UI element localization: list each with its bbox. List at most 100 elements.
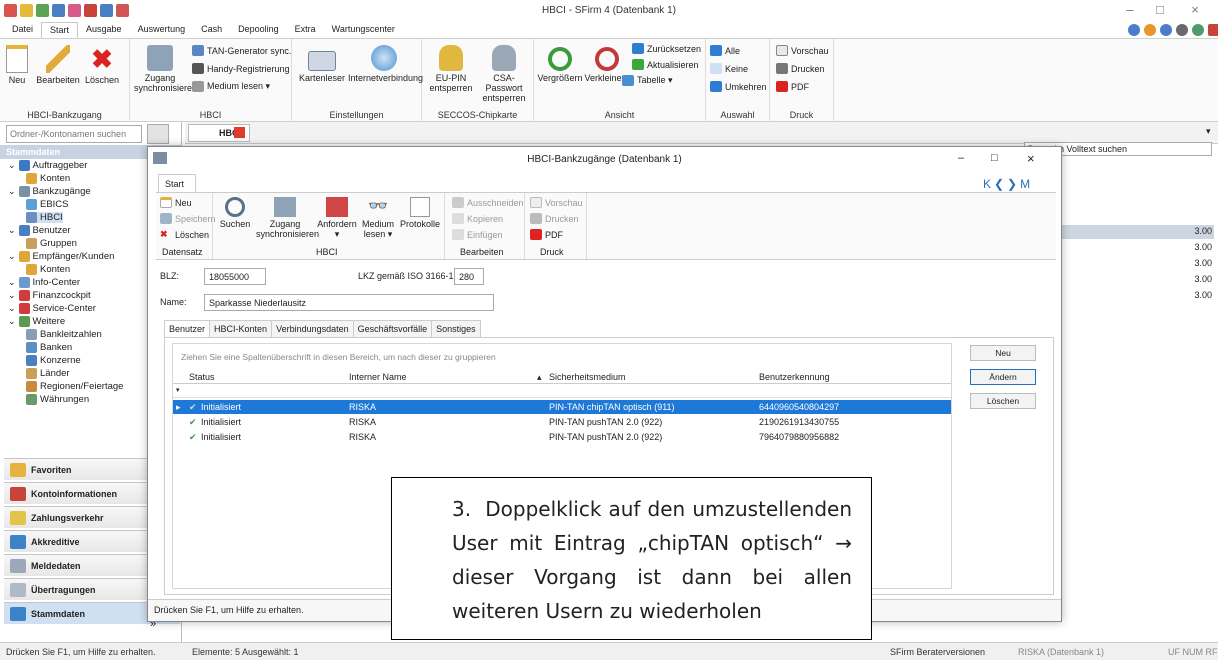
tree-item[interactable]: ⌄ Weitere bbox=[8, 316, 65, 327]
internet-connection-button[interactable]: Internetverbindung bbox=[348, 45, 423, 83]
help-icon[interactable] bbox=[1144, 24, 1156, 36]
zoom-in-button[interactable]: Vergrößern bbox=[536, 45, 584, 83]
tree-item[interactable]: ⌄ Service-Center bbox=[8, 303, 96, 314]
dlg-pdf-button[interactable]: PDF bbox=[530, 229, 563, 240]
tab-geschaeftsvorfaelle[interactable]: Geschäftsvorfälle bbox=[352, 320, 433, 338]
tree-item[interactable]: HBCI bbox=[26, 212, 63, 223]
home-icon[interactable] bbox=[147, 124, 169, 144]
menu-start[interactable]: Start bbox=[41, 22, 79, 38]
dlg-protocols-button[interactable]: Protokolle bbox=[400, 197, 440, 229]
tree-item[interactable]: ⌄ Auftraggeber bbox=[8, 160, 87, 171]
expand-chevron-icon[interactable]: ⌄ bbox=[8, 277, 16, 288]
edit-button[interactable]: Bearbeiten bbox=[34, 45, 82, 85]
menu-datei[interactable]: Datei bbox=[4, 22, 41, 38]
eu-pin-unlock-button[interactable]: EU-PIN entsperren bbox=[426, 45, 476, 93]
expand-chevron-icon[interactable]: ⌄ bbox=[8, 160, 16, 171]
tree-item[interactable]: Gruppen bbox=[26, 238, 77, 249]
up-icon[interactable] bbox=[1128, 24, 1140, 36]
select-all-button[interactable]: Alle bbox=[710, 45, 740, 56]
tree-item[interactable]: ⌄ Finanzcockpit bbox=[8, 290, 91, 301]
dlg-copy-button[interactable]: Kopieren bbox=[452, 213, 503, 224]
expand-chevron-icon[interactable]: ⌄ bbox=[8, 303, 16, 314]
maximize-icon[interactable]: □ bbox=[1145, 2, 1175, 17]
tab-close-icon[interactable] bbox=[234, 127, 245, 138]
read-medium-button[interactable]: Medium lesen ▾ bbox=[192, 81, 270, 92]
dlg-read-medium-button[interactable]: 👓 Medium lesen ▾ bbox=[358, 197, 398, 239]
expand-chevron-icon[interactable]: ⌄ bbox=[8, 186, 16, 197]
dlg-search-button[interactable]: Suchen bbox=[218, 197, 252, 229]
column-benutzerkennung[interactable]: Benutzerkennung bbox=[759, 372, 830, 382]
settings-icon[interactable] bbox=[1176, 24, 1188, 36]
info-icon[interactable] bbox=[1160, 24, 1172, 36]
dialog-close-icon[interactable]: × bbox=[1027, 151, 1035, 166]
chevron-down-icon[interactable]: ▾ bbox=[1206, 126, 1211, 137]
dlg-cut-button[interactable]: Ausschneiden bbox=[452, 197, 524, 208]
table-button[interactable]: Tabelle ▾ bbox=[622, 75, 673, 86]
dlg-delete-button[interactable]: ✖ Löschen bbox=[160, 229, 209, 240]
expand-chevron-icon[interactable]: ⌄ bbox=[8, 316, 16, 327]
tree-item[interactable]: ⌄ Info-Center bbox=[8, 277, 80, 288]
table-row[interactable]: ✔ Initialisiert RISKA PIN-TAN pushTAN 2.0 (… bbox=[173, 430, 951, 444]
dlg-preview-button[interactable]: Vorschau bbox=[530, 197, 583, 208]
tab-sonstiges[interactable]: Sonstiges bbox=[431, 320, 481, 338]
preview-button[interactable]: Vorschau bbox=[776, 45, 829, 56]
dlg-print-button[interactable]: Drucken bbox=[530, 213, 579, 224]
table-row[interactable]: ▸ ✔ Initialisiert RISKA PIN-TAN chipTAN opti… bbox=[173, 400, 951, 414]
menu-extra[interactable]: Extra bbox=[287, 22, 324, 38]
expand-chevron-icon[interactable]: ⌄ bbox=[8, 225, 16, 236]
menu-depooling[interactable]: Depooling bbox=[230, 22, 287, 38]
dialog-minimize-icon[interactable]: – bbox=[958, 152, 964, 164]
refresh-button[interactable]: Aktualisieren bbox=[632, 59, 699, 70]
column-status[interactable]: Status bbox=[189, 372, 215, 382]
tree-item[interactable]: Konten bbox=[26, 264, 70, 275]
tree-item[interactable]: Regionen/Feiertage bbox=[26, 381, 123, 392]
expand-chevron-icon[interactable]: ⌄ bbox=[8, 251, 16, 262]
tree-item[interactable]: ⌄ Benutzer bbox=[8, 225, 71, 236]
lkz-field[interactable]: 280 bbox=[454, 268, 484, 285]
chat-icon[interactable] bbox=[1192, 24, 1204, 36]
dialog-tab-start[interactable]: Start bbox=[158, 174, 196, 192]
delete-button[interactable]: ✖ Löschen bbox=[82, 45, 122, 85]
folder-search-input[interactable]: Ordner-/Kontonamen suchen bbox=[6, 125, 142, 143]
dlg-save-button[interactable]: Speichern bbox=[160, 213, 216, 224]
table-row[interactable]: ✔ Initialisiert RISKA PIN-TAN pushTAN 2.0 (… bbox=[173, 415, 951, 429]
delete-user-button[interactable]: Löschen bbox=[970, 393, 1036, 409]
pdf-button[interactable]: PDF bbox=[776, 81, 809, 92]
new-button[interactable]: Neu bbox=[4, 45, 30, 85]
tab-verbindungsdaten[interactable]: Verbindungsdaten bbox=[271, 320, 354, 338]
print-button[interactable]: Drucken bbox=[776, 63, 825, 74]
reset-button[interactable]: Zurücksetzen bbox=[632, 43, 701, 54]
tree-item[interactable]: Konzerne bbox=[26, 355, 81, 366]
select-none-button[interactable]: Keine bbox=[710, 63, 748, 74]
tree-item[interactable]: ⌄ Bankzugänge bbox=[8, 186, 91, 197]
handy-registration-button[interactable]: Handy-Registrierung bbox=[192, 63, 290, 74]
dlg-paste-button[interactable]: Einfügen bbox=[452, 229, 503, 240]
name-field[interactable]: Sparkasse Niederlausitz bbox=[204, 294, 494, 311]
sync-access-button[interactable]: Zugang synchronisieren bbox=[134, 45, 197, 93]
tree-item[interactable]: Länder bbox=[26, 368, 70, 379]
filter-row[interactable]: ▾ bbox=[173, 384, 951, 398]
menu-wartungscenter[interactable]: Wartungscenter bbox=[324, 22, 403, 38]
minimize-icon[interactable]: – bbox=[1115, 2, 1145, 17]
menu-ausgabe[interactable]: Ausgabe bbox=[78, 22, 130, 38]
tan-generator-sync-button[interactable]: TAN-Generator sync. bbox=[192, 45, 291, 56]
dlg-sync-button[interactable]: Zugang synchronisieren bbox=[256, 197, 319, 239]
column-interner-name[interactable]: Interner Name bbox=[349, 372, 407, 382]
tree-item[interactable]: ⌄ Empfänger/Kunden bbox=[8, 251, 114, 262]
sfirm-icon[interactable] bbox=[1208, 24, 1218, 36]
tree-item[interactable]: Konten bbox=[26, 173, 70, 184]
dialog-maximize-icon[interactable]: □ bbox=[991, 152, 998, 164]
menu-auswertung[interactable]: Auswertung bbox=[130, 22, 194, 38]
new-user-button[interactable]: Neu bbox=[970, 345, 1036, 361]
card-reader-button[interactable]: Kartenleser bbox=[296, 45, 348, 83]
tree-item[interactable]: EBICS bbox=[26, 199, 69, 210]
close-icon[interactable]: × bbox=[1180, 2, 1210, 17]
column-sicherheitsmedium[interactable]: Sicherheitsmedium bbox=[549, 372, 626, 382]
change-user-button[interactable]: Ändern bbox=[970, 369, 1036, 385]
invert-selection-button[interactable]: Umkehren bbox=[710, 81, 767, 92]
dlg-new-button[interactable]: Neu bbox=[160, 197, 192, 208]
csa-password-unlock-button[interactable]: CSA-Passwort entsperren bbox=[476, 45, 532, 103]
tab-benutzer[interactable]: Benutzer bbox=[164, 320, 211, 338]
tree-item[interactable]: Banken bbox=[26, 342, 72, 353]
tab-hbci-konten[interactable]: HBCI-Konten bbox=[209, 320, 273, 338]
